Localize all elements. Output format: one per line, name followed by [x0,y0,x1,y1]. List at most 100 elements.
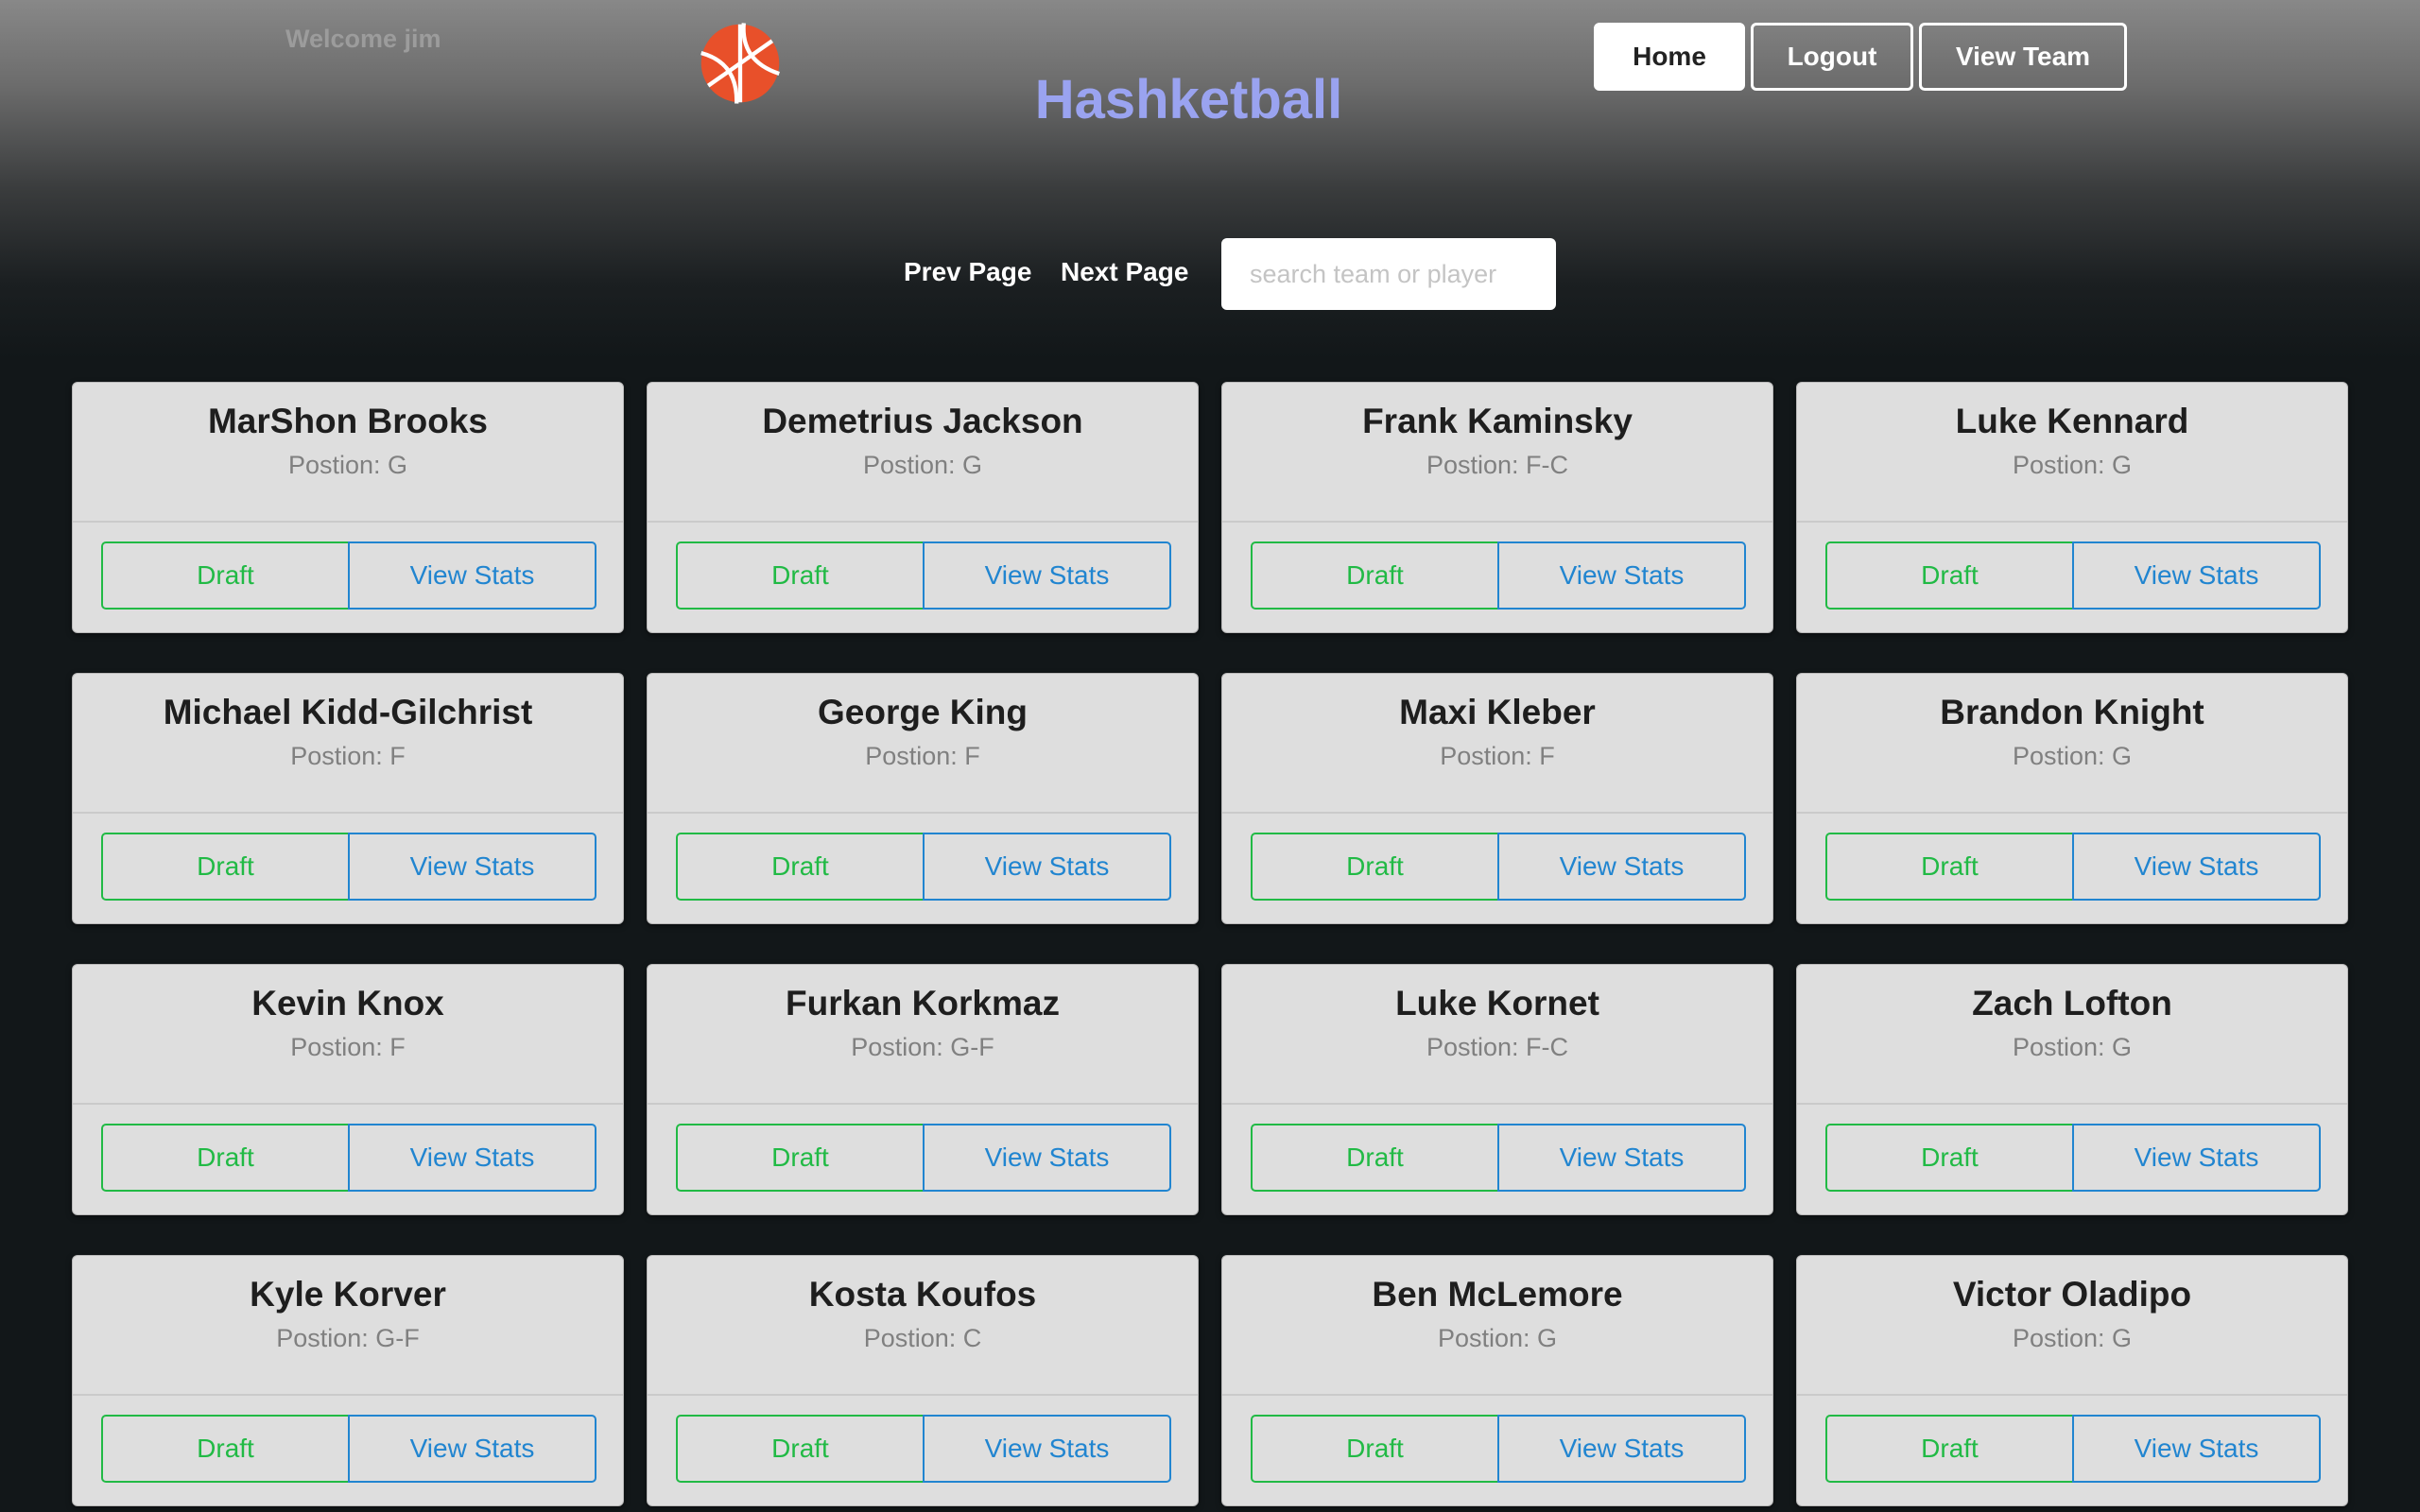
player-card-header: Kevin Knox Postion: F [73,965,623,1105]
player-card: Kevin Knox Postion: F Draft View Stats [72,964,624,1215]
player-position: Postion: G [2012,451,2133,479]
home-button[interactable]: Home [1594,23,1745,91]
player-actions: Draft View Stats [1251,833,1746,901]
view-stats-button[interactable]: View Stats [923,541,1171,610]
app-title: Hashketball [1034,69,1343,130]
draft-button[interactable]: Draft [1825,1415,2074,1483]
draft-button[interactable]: Draft [1251,1415,1499,1483]
draft-button[interactable]: Draft [101,833,350,901]
player-position: Postion: G [2012,1324,2133,1352]
player-actions: Draft View Stats [1825,541,2321,610]
player-name: Kyle Korver [250,1275,446,1314]
player-position: Postion: G-F [851,1033,994,1061]
player-card: Brandon Knight Postion: G Draft View Sta… [1796,673,2348,924]
player-position: Postion: G [287,451,408,479]
draft-button[interactable]: Draft [1825,833,2074,901]
next-page-link[interactable]: Next Page [1061,257,1188,287]
player-card-header: Zach Lofton Postion: G [1797,965,2347,1105]
view-stats-button[interactable]: View Stats [923,1124,1171,1192]
view-stats-button[interactable]: View Stats [348,1415,596,1483]
player-actions: Draft View Stats [676,833,1171,901]
player-name: Ben McLemore [1372,1275,1623,1314]
draft-button[interactable]: Draft [1825,541,2074,610]
player-position: Postion: C [863,1324,982,1352]
view-stats-button[interactable]: View Stats [2072,1415,2321,1483]
player-card-header: Michael Kidd-Gilchrist Postion: F [73,674,623,814]
view-stats-button[interactable]: View Stats [2072,833,2321,901]
header: Welcome jim Hashketball Home Logout View… [0,0,2420,359]
player-position: Postion: F [865,742,980,770]
draft-button[interactable]: Draft [676,1124,925,1192]
player-actions: Draft View Stats [1251,1124,1746,1192]
view-stats-button[interactable]: View Stats [348,833,596,901]
view-team-button[interactable]: View Team [1919,23,2127,91]
view-stats-button[interactable]: View Stats [923,833,1171,901]
player-card-header: Demetrius Jackson Postion: G [648,383,1198,523]
player-card: Michael Kidd-Gilchrist Postion: F Draft … [72,673,624,924]
draft-button[interactable]: Draft [676,541,925,610]
player-name: Kevin Knox [251,984,444,1022]
player-name: Maxi Kleber [1399,693,1596,731]
player-actions: Draft View Stats [101,1124,596,1192]
player-name: Luke Kennard [1955,402,2189,440]
view-stats-button[interactable]: View Stats [1497,541,1746,610]
player-card: Maxi Kleber Postion: F Draft View Stats [1221,673,1773,924]
player-card: Zach Lofton Postion: G Draft View Stats [1796,964,2348,1215]
view-stats-button[interactable]: View Stats [348,541,596,610]
player-name: Brandon Knight [1940,693,2204,731]
player-name: Zach Lofton [1972,984,2172,1022]
player-name: Kosta Koufos [808,1275,1037,1314]
player-actions: Draft View Stats [1825,1124,2321,1192]
player-card-header: Kosta Koufos Postion: C [648,1256,1198,1396]
player-name: Demetrius Jackson [762,402,1083,440]
draft-button[interactable]: Draft [1251,833,1499,901]
player-card: Victor Oladipo Postion: G Draft View Sta… [1796,1255,2348,1506]
player-position: Postion: F [290,1033,406,1061]
view-stats-button[interactable]: View Stats [2072,541,2321,610]
player-position: Postion: F [290,742,406,770]
player-actions: Draft View Stats [1825,833,2321,901]
player-name: George King [817,693,1028,731]
view-stats-button[interactable]: View Stats [348,1124,596,1192]
player-actions: Draft View Stats [101,541,596,610]
view-stats-button[interactable]: View Stats [1497,1415,1746,1483]
prev-page-link[interactable]: Prev Page [904,257,1031,287]
player-card-header: Maxi Kleber Postion: F [1222,674,1772,814]
view-stats-button[interactable]: View Stats [1497,1124,1746,1192]
draft-button[interactable]: Draft [1825,1124,2074,1192]
player-position: Postion: G [2012,742,2133,770]
draft-button[interactable]: Draft [1251,1124,1499,1192]
draft-button[interactable]: Draft [676,833,925,901]
player-actions: Draft View Stats [676,541,1171,610]
player-name: Victor Oladipo [1952,1275,2192,1314]
view-stats-button[interactable]: View Stats [1497,833,1746,901]
player-card: Kyle Korver Postion: G-F Draft View Stat… [72,1255,624,1506]
player-card-header: Ben McLemore Postion: G [1222,1256,1772,1396]
player-card: Frank Kaminsky Postion: F-C Draft View S… [1221,382,1773,633]
player-actions: Draft View Stats [101,1415,596,1483]
player-position: Postion: G [2012,1033,2133,1061]
draft-button[interactable]: Draft [101,541,350,610]
player-card-header: George King Postion: F [648,674,1198,814]
draft-button[interactable]: Draft [676,1415,925,1483]
welcome-text: Welcome jim [285,25,441,53]
player-card: Furkan Korkmaz Postion: G-F Draft View S… [647,964,1199,1215]
view-stats-button[interactable]: View Stats [923,1415,1171,1483]
player-actions: Draft View Stats [676,1415,1171,1483]
logout-button[interactable]: Logout [1751,23,1913,91]
search-input[interactable] [1221,238,1556,310]
draft-button[interactable]: Draft [1251,541,1499,610]
draft-button[interactable]: Draft [101,1415,350,1483]
player-actions: Draft View Stats [1251,541,1746,610]
player-card: Demetrius Jackson Postion: G Draft View … [647,382,1199,633]
player-name: Frank Kaminsky [1362,402,1633,440]
player-card: Ben McLemore Postion: G Draft View Stats [1221,1255,1773,1506]
player-actions: Draft View Stats [1825,1415,2321,1483]
player-card-header: MarShon Brooks Postion: G [73,383,623,523]
player-card-header: Luke Kennard Postion: G [1797,383,2347,523]
player-actions: Draft View Stats [676,1124,1171,1192]
player-position: Postion: F-C [1426,451,1569,479]
view-stats-button[interactable]: View Stats [2072,1124,2321,1192]
draft-button[interactable]: Draft [101,1124,350,1192]
player-card-header: Kyle Korver Postion: G-F [73,1256,623,1396]
